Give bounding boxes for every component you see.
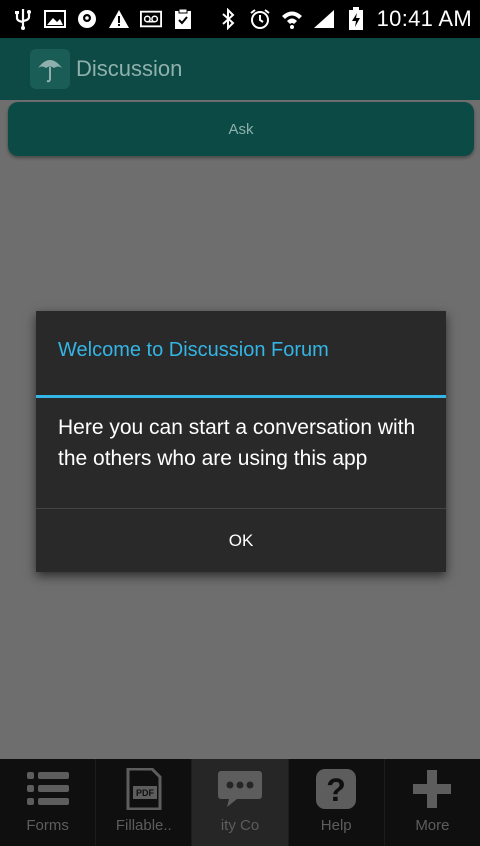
battery-charging-icon [345, 7, 367, 30]
svg-text:PDF: PDF [136, 788, 155, 798]
action-bar: Discussion [0, 38, 480, 100]
image-icon [44, 8, 66, 30]
status-bar: 10:41 AM [0, 0, 480, 38]
tab-community[interactable]: ity Co [192, 759, 289, 846]
tab-forms-label: Forms [26, 817, 69, 834]
welcome-dialog: Welcome to Discussion Forum Here you can… [36, 311, 446, 572]
tab-community-label: ity Co [220, 817, 260, 834]
ask-button[interactable]: Ask [8, 102, 474, 156]
tab-fillable[interactable]: PDF Fillable.. [96, 759, 193, 846]
clipboard-icon [172, 8, 194, 30]
tab-more-label: More [415, 817, 450, 834]
dialog-message: Here you can start a conversation with t… [58, 416, 416, 470]
chat-icon [217, 769, 263, 809]
location-icon [76, 8, 98, 30]
ok-button[interactable]: OK [36, 509, 446, 572]
tab-help-label: Help [320, 817, 352, 834]
plus-icon [412, 769, 452, 809]
tab-more[interactable]: More [385, 759, 480, 846]
list-icon [25, 769, 71, 809]
tab-forms[interactable]: Forms [0, 759, 97, 846]
alarm-icon [249, 8, 271, 30]
status-time: 10:41 AM [376, 6, 472, 31]
page-title: Discussion [76, 56, 183, 81]
tab-help[interactable]: ? Help [289, 759, 385, 846]
usb-icon [12, 8, 34, 30]
bluetooth-icon [217, 8, 239, 30]
dialog-title-divider [36, 395, 446, 398]
tab-fillable-label: Fillable.. [115, 817, 172, 834]
wifi-icon [281, 8, 303, 30]
signal-icon [313, 8, 335, 30]
bottom-tab-bar: Forms PDF Fillable.. ity Co ? Help More [0, 759, 480, 846]
help-icon: ? [315, 769, 357, 809]
umbrella-icon[interactable] [30, 49, 70, 89]
pdf-icon: PDF [124, 768, 164, 810]
voicemail-icon [140, 8, 162, 30]
svg-text:?: ? [326, 772, 346, 808]
dialog-title: Welcome to Discussion Forum [58, 339, 329, 361]
warning-icon [108, 8, 130, 30]
